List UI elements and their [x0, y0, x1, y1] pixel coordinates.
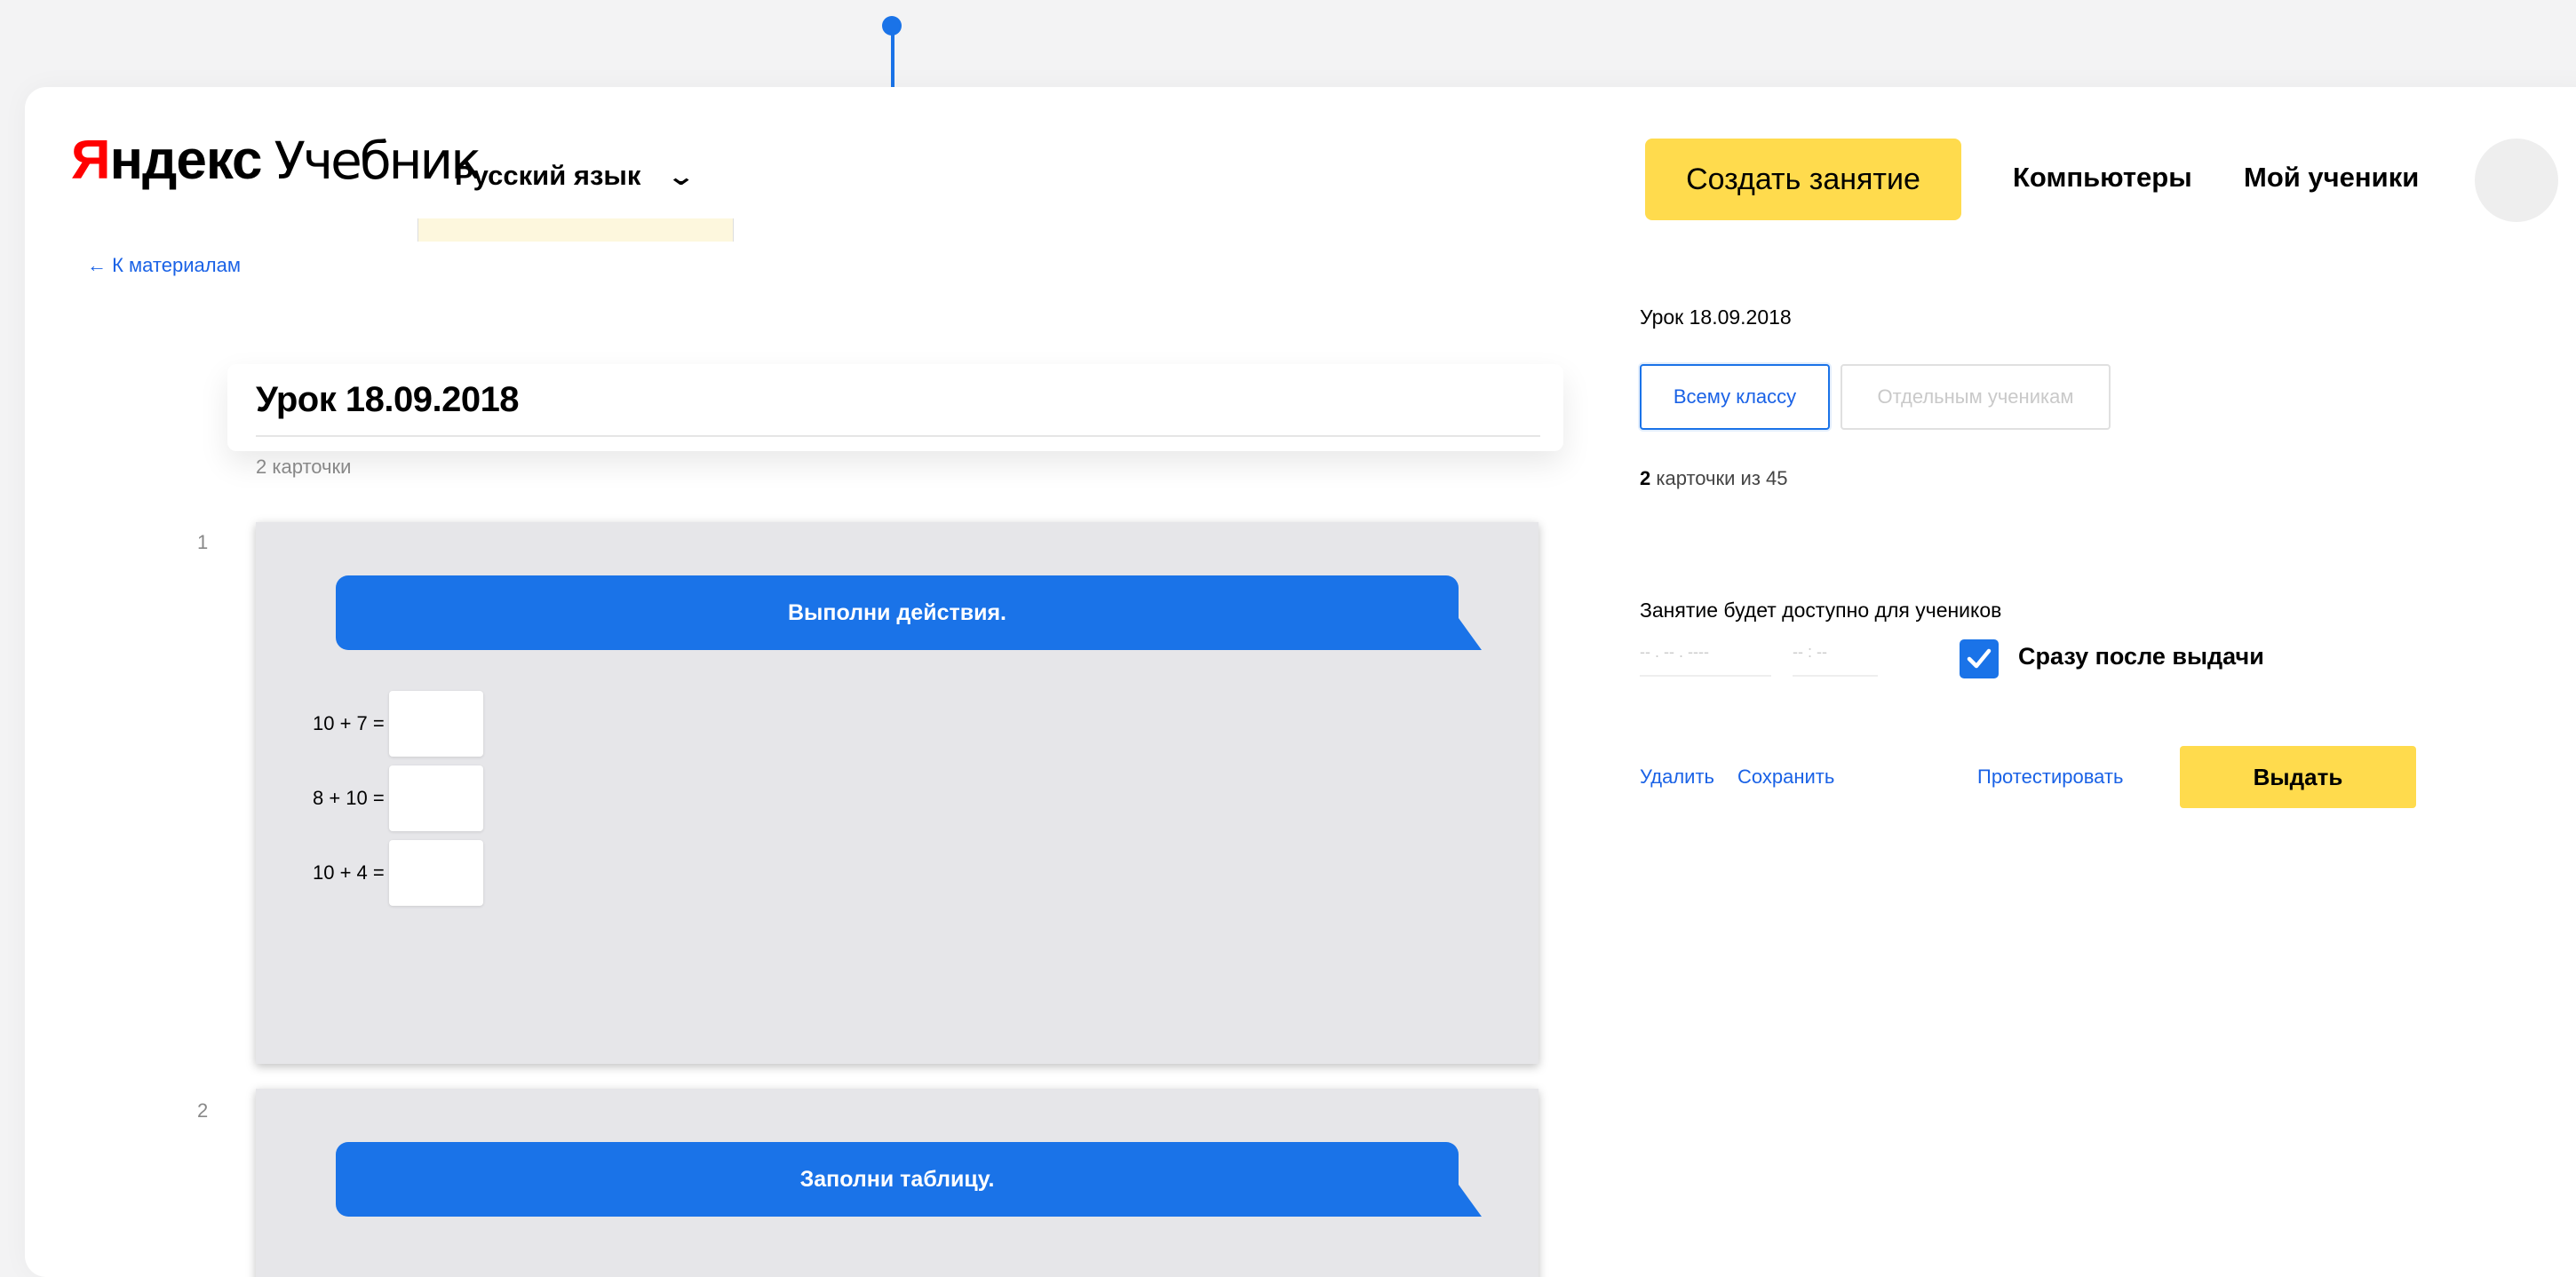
equation-label: 8 + 10 =	[313, 787, 385, 809]
create-lesson-button[interactable]: Создать занятие	[1645, 139, 1961, 220]
nav-computers[interactable]: Компьютеры	[2013, 162, 2192, 194]
answer-input[interactable]	[389, 840, 483, 906]
equation-label: 10 + 4 =	[313, 861, 385, 884]
nav-my-students[interactable]: Мой ученики	[2244, 162, 2419, 194]
back-to-materials-link[interactable]: ← К материалам	[87, 254, 241, 277]
checkmark-icon	[1967, 648, 1992, 669]
answer-input[interactable]	[389, 691, 483, 757]
subject-label: Русский язык	[455, 160, 641, 191]
time-field[interactable]: -- : --	[1793, 636, 1878, 677]
cards-selected-count: 2 карточки из 45	[1640, 467, 1788, 490]
card-number: 1	[197, 531, 209, 553]
title-underline	[256, 435, 1540, 437]
immediately-checkbox-label[interactable]: Сразу после выдачи	[2018, 643, 2264, 670]
guide-dot	[882, 16, 902, 36]
answer-input[interactable]	[389, 765, 483, 831]
test-link[interactable]: Протестировать	[1977, 765, 2123, 789]
task-instruction: Заполни таблицу.	[336, 1142, 1482, 1217]
issue-button[interactable]: Выдать	[2180, 746, 2416, 808]
lesson-title-input[interactable]: Урок 18.09.2018	[256, 380, 520, 420]
logo-brand: ндекс	[109, 130, 263, 191]
equation-row: 10 + 4 =	[313, 840, 483, 906]
availability-label: Занятие будет доступно для учеников	[1640, 599, 2002, 622]
tab-whole-class[interactable]: Всему классу	[1640, 364, 1830, 430]
count-number: 2	[1640, 467, 1651, 489]
logo-letter: Я	[71, 130, 111, 191]
immediately-checkbox[interactable]	[1960, 639, 1999, 678]
sidebar-lesson-title: Урок 18.09.2018	[1640, 305, 1792, 329]
chevron-down-icon: ⌄	[666, 162, 696, 190]
subject-dropdown[interactable]: Русский язык ⌄	[455, 160, 696, 192]
avatar[interactable]	[2475, 139, 2558, 222]
app-window: Яндекс Учебник Русский язык ⌄ Создать зан…	[25, 87, 2576, 1277]
subject-dropdown-tab	[417, 218, 734, 242]
card-number: 2	[197, 1099, 209, 1122]
delete-link[interactable]: Удалить	[1640, 765, 1714, 789]
task-instruction: Выполни действия.	[336, 575, 1482, 650]
equation-row: 10 + 7 =	[313, 691, 483, 757]
tab-individual-students[interactable]: Отдельным ученикам	[1841, 364, 2111, 430]
equation-label: 10 + 7 =	[313, 712, 385, 734]
cards-count: 2 карточки	[256, 456, 352, 478]
task-card[interactable]: Выполни действия. 10 + 7 = 8 + 10 = 10 +…	[256, 522, 1538, 1064]
count-text: карточки из 45	[1650, 467, 1788, 489]
yandex-uchebnik-logo[interactable]: Яндекс Учебник	[71, 130, 482, 191]
equation-row: 8 + 10 =	[313, 765, 483, 831]
lesson-title-card: Урок 18.09.2018	[227, 364, 1563, 451]
date-field[interactable]: -- . -- . ----	[1640, 636, 1771, 677]
save-link[interactable]: Сохранить	[1737, 765, 1834, 789]
task-card[interactable]: Заполни таблицу.	[256, 1089, 1538, 1277]
logo-product: Учебник	[274, 131, 482, 191]
